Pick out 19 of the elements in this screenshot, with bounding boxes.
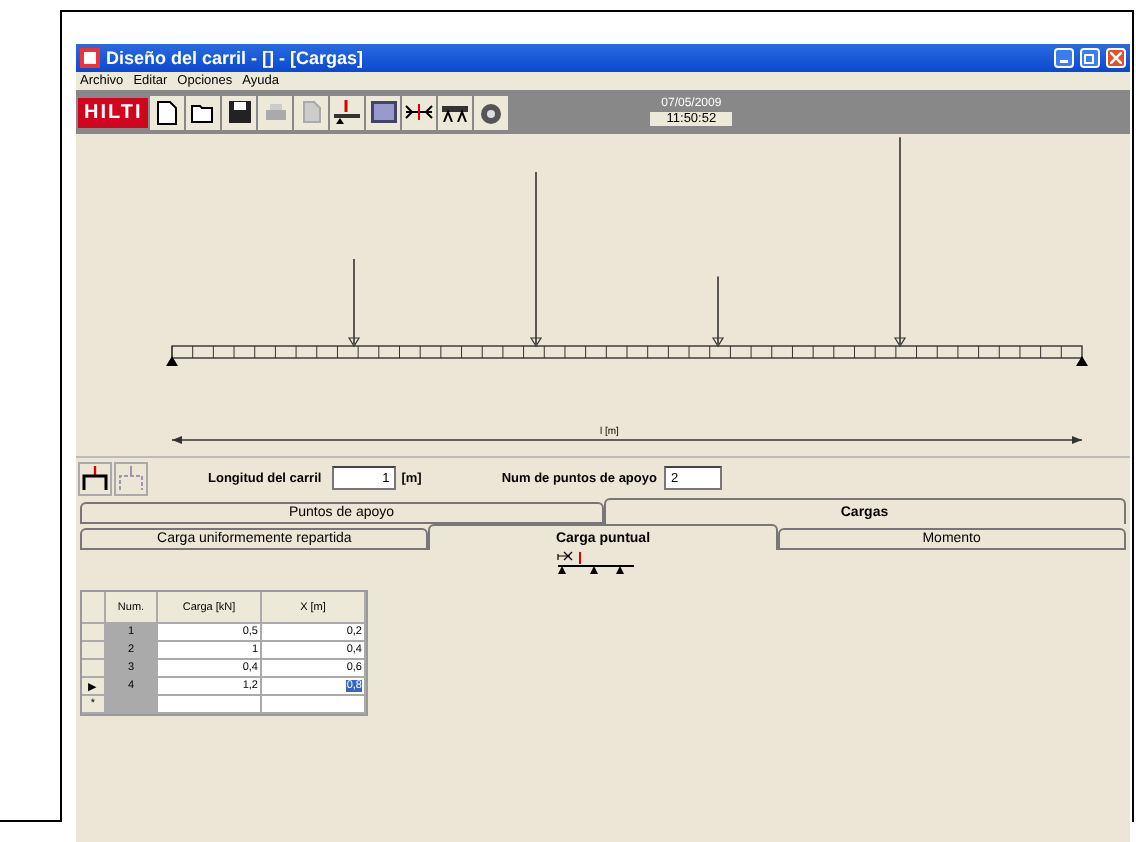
load-arrow (347, 258, 361, 348)
minimize-button[interactable] (1054, 48, 1074, 68)
support-load-icon[interactable] (78, 461, 112, 495)
point-load-icon (556, 550, 636, 574)
close-button[interactable] (1106, 48, 1126, 68)
table-cell[interactable] (158, 696, 262, 714)
restore-icon (1084, 52, 1096, 64)
app-icon (80, 48, 100, 68)
beam-load-icon[interactable] (330, 95, 365, 129)
new-document-icon[interactable] (150, 95, 185, 129)
save-icon[interactable] (222, 95, 257, 129)
folder-icon[interactable] (186, 95, 221, 129)
table-cell[interactable] (262, 696, 366, 714)
logo: HILTI (78, 97, 149, 127)
beam-icon[interactable] (402, 95, 437, 129)
restore-button[interactable] (1080, 48, 1100, 68)
load-arrow (711, 275, 725, 348)
close-icon (1110, 52, 1122, 64)
window-title: Diseño del carril - [] - [Cargas] (106, 48, 366, 68)
